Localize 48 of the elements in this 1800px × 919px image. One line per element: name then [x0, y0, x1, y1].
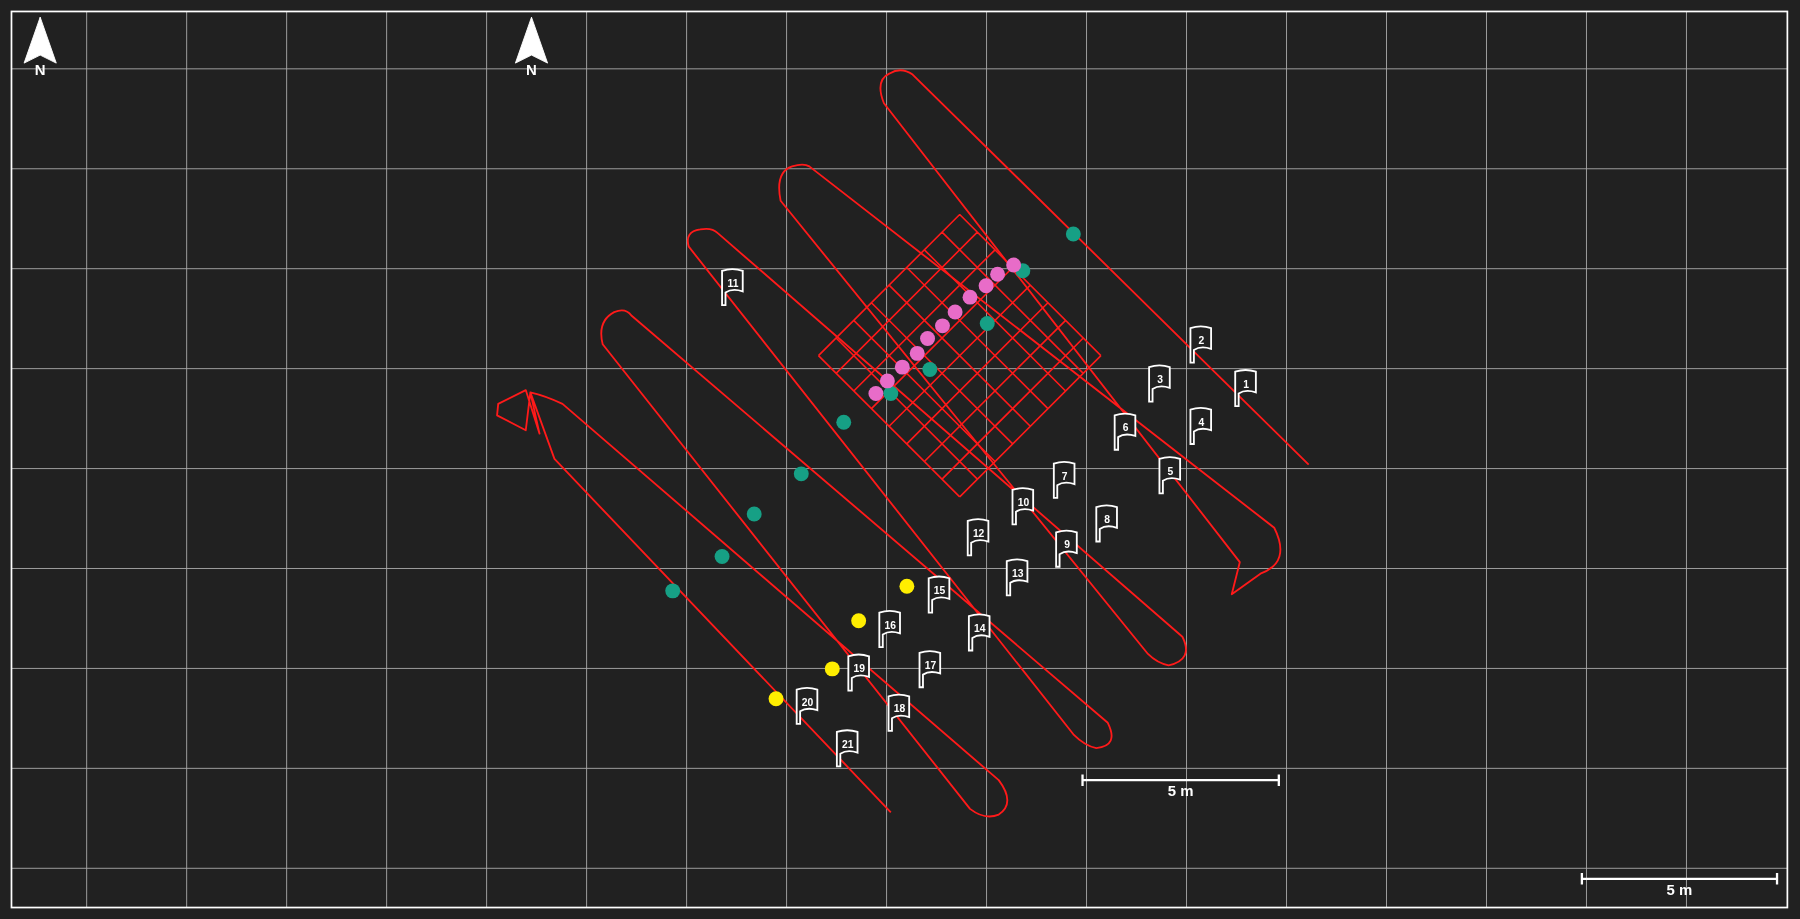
flag-icon	[918, 650, 942, 689]
flag-icon	[1158, 456, 1181, 495]
north-label: N	[526, 61, 537, 78]
flag-icon	[835, 729, 859, 768]
flag-icon	[1148, 364, 1171, 403]
flag-icon	[1189, 406, 1212, 445]
flag-icon	[1052, 460, 1076, 499]
flag-icon	[1055, 529, 1078, 568]
flag-label: 7	[1061, 470, 1068, 482]
flag-label: 13	[1011, 568, 1024, 580]
flag-label: 9	[1064, 539, 1070, 551]
north-arrow-icon	[514, 16, 549, 64]
flag-label: 20	[801, 696, 814, 708]
flag-icon	[1113, 412, 1137, 451]
flag-label: 16	[884, 619, 896, 631]
north-label: N	[34, 61, 46, 78]
flag-label: 1	[1243, 378, 1249, 390]
flag-icon	[1234, 369, 1257, 408]
flag-icon	[721, 268, 744, 307]
flag-label: 11	[727, 277, 739, 289]
flag-label: 6	[1122, 422, 1129, 434]
flag-label: 4	[1198, 416, 1205, 428]
flag-icon	[1011, 487, 1035, 526]
scale-label: 5 m	[1167, 783, 1194, 800]
flag-label: 3	[1157, 374, 1163, 386]
flag-label: 17	[924, 659, 937, 671]
flag-label: 10	[1017, 496, 1030, 508]
flag-icon	[967, 613, 991, 652]
flag-label: 21	[842, 739, 854, 751]
flag-label: 18	[893, 703, 906, 715]
flag-icon	[966, 518, 990, 557]
flag-icon	[847, 653, 870, 692]
flag-icon	[1189, 325, 1212, 364]
north-arrow-icon	[23, 16, 57, 64]
flag-label: 8	[1104, 514, 1111, 526]
flag-icon	[1005, 558, 1029, 597]
flag-icon	[927, 575, 951, 614]
flag-label: 2	[1198, 335, 1205, 347]
flag-label: 14	[974, 623, 986, 635]
flag-icon	[887, 693, 911, 732]
scale-label: 5 m	[1666, 881, 1693, 898]
flag-label: 12	[972, 527, 985, 539]
flag-icon	[1095, 504, 1118, 543]
flag-icon	[795, 686, 819, 725]
flag-label: 15	[933, 585, 946, 597]
flag-label: 19	[853, 663, 865, 675]
flag-label: 5	[1167, 466, 1174, 477]
flag-icon	[878, 610, 901, 648]
